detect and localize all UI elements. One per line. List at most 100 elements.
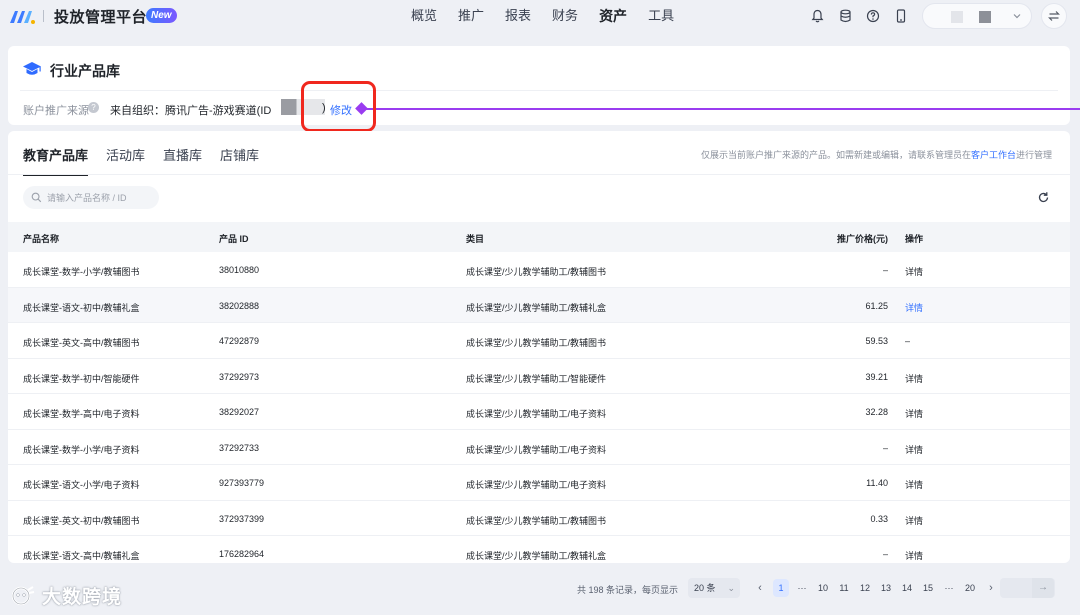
col-header-price: 推广价格(元): [837, 234, 888, 244]
cell-category: 成长课堂/少儿教学辅助工/智能硬件: [466, 373, 607, 384]
table-row[interactable]: 成长课堂-英文-高中/教辅图书 47292879 成长课堂/少儿教学辅助工/教辅…: [8, 323, 1070, 359]
tab-stores[interactable]: 店铺库: [220, 145, 259, 176]
page-title: 行业产品库: [50, 63, 120, 79]
table-row[interactable]: 成长课堂-语文-高中/教辅礼盒 176282964 成长课堂/少儿教学辅助工/教…: [8, 536, 1070, 563]
page-button[interactable]: 15: [920, 579, 936, 597]
table-row[interactable]: 成长课堂-数学-小学/教辅图书 38010880 成长课堂/少儿教学辅助工/教辅…: [8, 252, 1070, 288]
cell-product-name: 成长课堂-数学-初中/智能硬件: [23, 373, 140, 384]
cell-price: 59.53: [865, 336, 888, 346]
bell-icon[interactable]: [808, 7, 826, 25]
page-button[interactable]: 11: [836, 579, 852, 597]
mobile-icon[interactable]: [892, 7, 910, 25]
details-link[interactable]: 详情: [905, 478, 923, 491]
cell-product-id: 37292733: [219, 442, 260, 453]
page-size-value: 20 条: [694, 583, 716, 593]
table-row[interactable]: 成长课堂-英文-初中/教辅图书 372937399 成长课堂/少儿教学辅助工/教…: [8, 501, 1070, 536]
pagination-bar: 大数跨境 共 198 条记录，每页显示 20 条 ⌄ ‹ 1 ··· 10 11…: [0, 570, 1080, 615]
customer-workbench-link[interactable]: 客户工作台: [971, 150, 1016, 160]
col-header-id: 产品 ID: [219, 234, 249, 244]
table-row[interactable]: 成长课堂-数学-小学/电子资料 37292733 成长课堂/少儿教学辅助工/电子…: [8, 430, 1070, 465]
cell-product-id: 47292879: [219, 336, 260, 346]
details-link[interactable]: 详情: [905, 549, 923, 562]
page-button[interactable]: 12: [857, 579, 873, 597]
prev-page-chevron-icon[interactable]: ‹: [752, 579, 768, 597]
notice-prefix: 仅展示当前账户推广来源的产品。如需新建或编辑，请联系管理员在: [700, 150, 971, 160]
main-menu: 概览 推广 报表 财务 资产 工具: [411, 0, 695, 32]
cell-price: –: [882, 442, 888, 453]
page-button[interactable]: 20: [962, 579, 978, 597]
tab-live[interactable]: 直播库: [163, 145, 202, 176]
page-ellipsis[interactable]: ···: [941, 579, 957, 597]
page-button[interactable]: 10: [815, 579, 831, 597]
watermark: 大数跨境: [10, 582, 122, 609]
app-title: 投放管理平台: [54, 9, 148, 26]
cell-product-name: 成长课堂-语文-初中/教辅礼盒: [23, 302, 140, 313]
details-link[interactable]: 详情: [905, 443, 923, 456]
search-box[interactable]: [23, 186, 159, 209]
switch-account-button[interactable]: [1041, 3, 1067, 29]
arrow-right-icon[interactable]: →: [1032, 578, 1054, 598]
watermark-text: 大数跨境: [42, 587, 123, 608]
table-row[interactable]: 成长课堂-语文-小学/电子资料 927393779 成长课堂/少儿教学辅助工/电…: [8, 465, 1070, 501]
logo-divider: [43, 10, 44, 22]
chevron-down-icon: [1013, 14, 1021, 19]
cell-product-name: 成长课堂-英文-初中/教辅图书: [23, 515, 140, 526]
cell-price: 0.33: [870, 513, 888, 524]
user-avatar: [979, 11, 991, 23]
menu-item-tools[interactable]: 工具: [648, 0, 674, 32]
cell-price: 11.40: [866, 478, 888, 488]
cell-product-id: 38202888: [219, 300, 260, 311]
cell-category: 成长课堂/少儿教学辅助工/教辅图书: [466, 338, 607, 348]
management-notice: 仅展示当前账户推广来源的产品。如需新建或编辑，请联系管理员在客户工作台进行管理: [701, 148, 1052, 161]
top-navbar: 投放管理平台 New 概览 推广 报表 财务 资产 工具: [0, 0, 1080, 32]
next-page-chevron-icon[interactable]: ›: [983, 579, 999, 597]
pager: ‹ 1 ··· 10 11 12 13 14 15 ··· 20 ›: [752, 579, 1004, 597]
details-link[interactable]: 详情: [905, 514, 923, 527]
cell-product-name: 成长课堂-数学-高中/电子资料: [23, 409, 140, 419]
tabs-divider: [8, 174, 1070, 175]
details-link[interactable]: 详情: [905, 301, 923, 314]
table-row[interactable]: 成长课堂-数学-高中/电子资料 38292027 成长课堂/少儿教学辅助工/电子…: [8, 394, 1070, 430]
page-button[interactable]: 14: [899, 579, 915, 597]
page-size-select[interactable]: 20 条 ⌄: [688, 578, 740, 598]
menu-item-finance[interactable]: 财务: [552, 0, 578, 32]
page-button[interactable]: 1: [773, 579, 789, 597]
page-button[interactable]: 13: [878, 579, 894, 597]
header-divider: [20, 90, 1058, 91]
table-row[interactable]: 成长课堂-数学-初中/智能硬件 37292973 成长课堂/少儿教学辅助工/智能…: [8, 359, 1070, 394]
menu-item-assets[interactable]: 资产: [599, 0, 627, 32]
search-input[interactable]: [47, 192, 152, 203]
cell-price: 32.28: [865, 407, 888, 417]
menu-item-reports[interactable]: 报表: [505, 0, 531, 32]
col-header-action: 操作: [905, 234, 924, 244]
cell-category: 成长课堂/少儿教学辅助工/电子资料: [466, 480, 607, 490]
tab-activities[interactable]: 活动库: [106, 145, 145, 176]
refresh-icon[interactable]: [1037, 191, 1050, 204]
search-icon: [31, 192, 42, 203]
app-logo-icon[interactable]: [8, 6, 36, 26]
cell-category: 成长课堂/少儿教学辅助工/教辅礼盒: [466, 302, 607, 313]
details-link[interactable]: 详情: [905, 372, 923, 385]
source-label: 账户推广来源: [23, 105, 89, 117]
question-mark-icon[interactable]: ?: [88, 102, 99, 113]
details-link[interactable]: 详情: [905, 407, 923, 420]
cell-product-name: 成长课堂-语文-小学/电子资料: [23, 480, 140, 490]
notice-suffix: 进行管理: [1015, 150, 1052, 160]
menu-item-promotion[interactable]: 推广: [458, 0, 484, 32]
cell-price: –: [882, 265, 888, 275]
user-menu[interactable]: [922, 3, 1032, 29]
cell-product-id: 176282964: [219, 549, 265, 559]
source-value: 来自组织：腾讯广告-游戏赛道(ID: [110, 105, 272, 117]
help-circle-icon[interactable]: [864, 7, 882, 25]
database-icon[interactable]: [836, 7, 854, 25]
cell-category: 成长课堂/少儿教学辅助工/教辅礼盒: [466, 551, 607, 561]
details-link[interactable]: 详情: [905, 265, 923, 278]
menu-item-overview[interactable]: 概览: [411, 0, 437, 32]
cell-category: 成长课堂/少儿教学辅助工/电子资料: [466, 444, 607, 455]
cell-price: 61.25: [865, 300, 888, 311]
page-ellipsis[interactable]: ···: [794, 579, 810, 597]
table-row[interactable]: 成长课堂-语文-初中/教辅礼盒 38202888 成长课堂/少儿教学辅助工/教辅…: [8, 287, 1070, 323]
tab-education-products[interactable]: 教育产品库: [23, 145, 89, 176]
cell-product-id: 372937399: [219, 513, 265, 524]
cell-category: 成长课堂/少儿教学辅助工/教辅图书: [466, 515, 607, 526]
